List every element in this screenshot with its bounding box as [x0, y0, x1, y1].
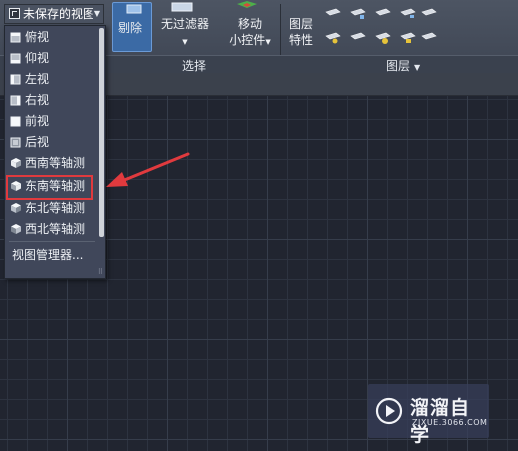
menu-item-back[interactable]: 后视 [5, 132, 97, 152]
layer-tool-icon [400, 8, 416, 16]
move-gizmo-label-1: 移动 [237, 17, 262, 31]
no-filter-button[interactable]: 无过滤器 ▼ [160, 16, 210, 50]
iso-ne-icon [11, 203, 21, 213]
menu-separator [9, 241, 95, 242]
menu-item-bottom[interactable]: 仰视 [5, 48, 97, 68]
panel-title-layers-label: 图层 [386, 59, 411, 73]
iso-sw-icon [11, 158, 21, 168]
menu-item-label: 仰视 [25, 51, 50, 65]
menu-item-top[interactable]: 俯视 [5, 27, 97, 47]
resize-grip-icon[interactable]: ⠿ [98, 268, 103, 276]
move-gizmo-dropdown-icon: ▼ [265, 38, 271, 46]
menu-item-label: 左视 [25, 72, 50, 86]
menu-item-iso-nw[interactable]: 西北等轴测 [5, 219, 97, 239]
menu-item-label: 视图管理器... [12, 248, 84, 262]
menu-item-label: 俯视 [25, 30, 50, 44]
layer-tool-icon [375, 8, 391, 16]
menu-item-front[interactable]: 前视 [5, 111, 97, 131]
layer-tool-icon [400, 32, 416, 40]
bottom-view-icon [10, 53, 21, 64]
watermark: 溜溜自学 ZIXUE.3066.COM [368, 384, 489, 446]
right-view-icon [10, 95, 21, 106]
layer-tool-icon [421, 8, 437, 16]
exclude-label: 剔除 [118, 21, 143, 35]
layer-tool-icon [350, 32, 366, 40]
layer-tool-icon [325, 8, 341, 16]
layer-tool-icon [375, 32, 391, 40]
menu-scrollbar[interactable] [99, 28, 104, 237]
menu-item-left[interactable]: 左视 [5, 69, 97, 89]
chevron-down-icon: ▼ [93, 9, 100, 18]
no-filter-icon [171, 2, 193, 12]
front-view-icon [10, 116, 21, 127]
chevron-down-icon: ▼ [414, 63, 421, 72]
view-dropdown-value: 未保存的视图 [23, 7, 93, 21]
top-view-icon [10, 32, 21, 43]
menu-item-label: 西南等轴测 [25, 156, 86, 170]
highlight-box [6, 175, 93, 200]
menu-item-label: 右视 [25, 93, 50, 107]
menu-item-label: 前视 [25, 114, 50, 128]
left-view-icon [10, 74, 21, 85]
no-filter-label: 无过滤器 [160, 17, 209, 31]
menu-item-right[interactable]: 右视 [5, 90, 97, 110]
view-icon [9, 8, 20, 19]
layer-tool-icon [325, 32, 341, 40]
annotation-arrow-icon [106, 152, 190, 187]
menu-item-label: 西北等轴测 [25, 222, 86, 236]
menu-item-iso-ne[interactable]: 东北等轴测 [5, 198, 97, 218]
layer-properties-label-1: 图层 [288, 17, 313, 31]
no-filter-dropdown-icon: ▼ [182, 38, 188, 46]
menu-item-view-manager[interactable]: 视图管理器... [5, 245, 95, 265]
move-gizmo-button[interactable]: 移动 小控件▼ [226, 16, 274, 50]
layer-properties-label-2: 特性 [288, 33, 313, 47]
layer-tool-icon [350, 8, 366, 16]
view-menu: 俯视 仰视 左视 右视 前视 后视 西南等轴测 东南等轴测 东北等轴测 西北等轴… [4, 25, 106, 279]
menu-item-iso-sw[interactable]: 西南等轴测 [5, 153, 97, 173]
panel-title-layers[interactable]: 图层 ▼ [386, 57, 420, 74]
panel-title-select: 选择 [182, 59, 207, 73]
layer-tool-icon [421, 32, 437, 40]
play-logo-icon [375, 397, 403, 425]
exclude-icon [126, 4, 142, 14]
menu-item-label: 后视 [25, 135, 50, 149]
exclude-button[interactable]: 剔除 [112, 2, 152, 52]
move-gizmo-icon [237, 1, 257, 8]
move-gizmo-label-2: 小控件 [229, 33, 266, 47]
view-dropdown[interactable]: 未保存的视图 ▼ [4, 4, 104, 24]
watermark-url: ZIXUE.3066.COM [412, 418, 488, 427]
menu-item-label: 东北等轴测 [25, 201, 86, 215]
back-view-icon [10, 137, 21, 148]
layer-properties-button[interactable]: 图层 特性 [286, 16, 316, 48]
iso-nw-icon [11, 224, 21, 234]
layer-tools-icons[interactable] [322, 6, 442, 50]
